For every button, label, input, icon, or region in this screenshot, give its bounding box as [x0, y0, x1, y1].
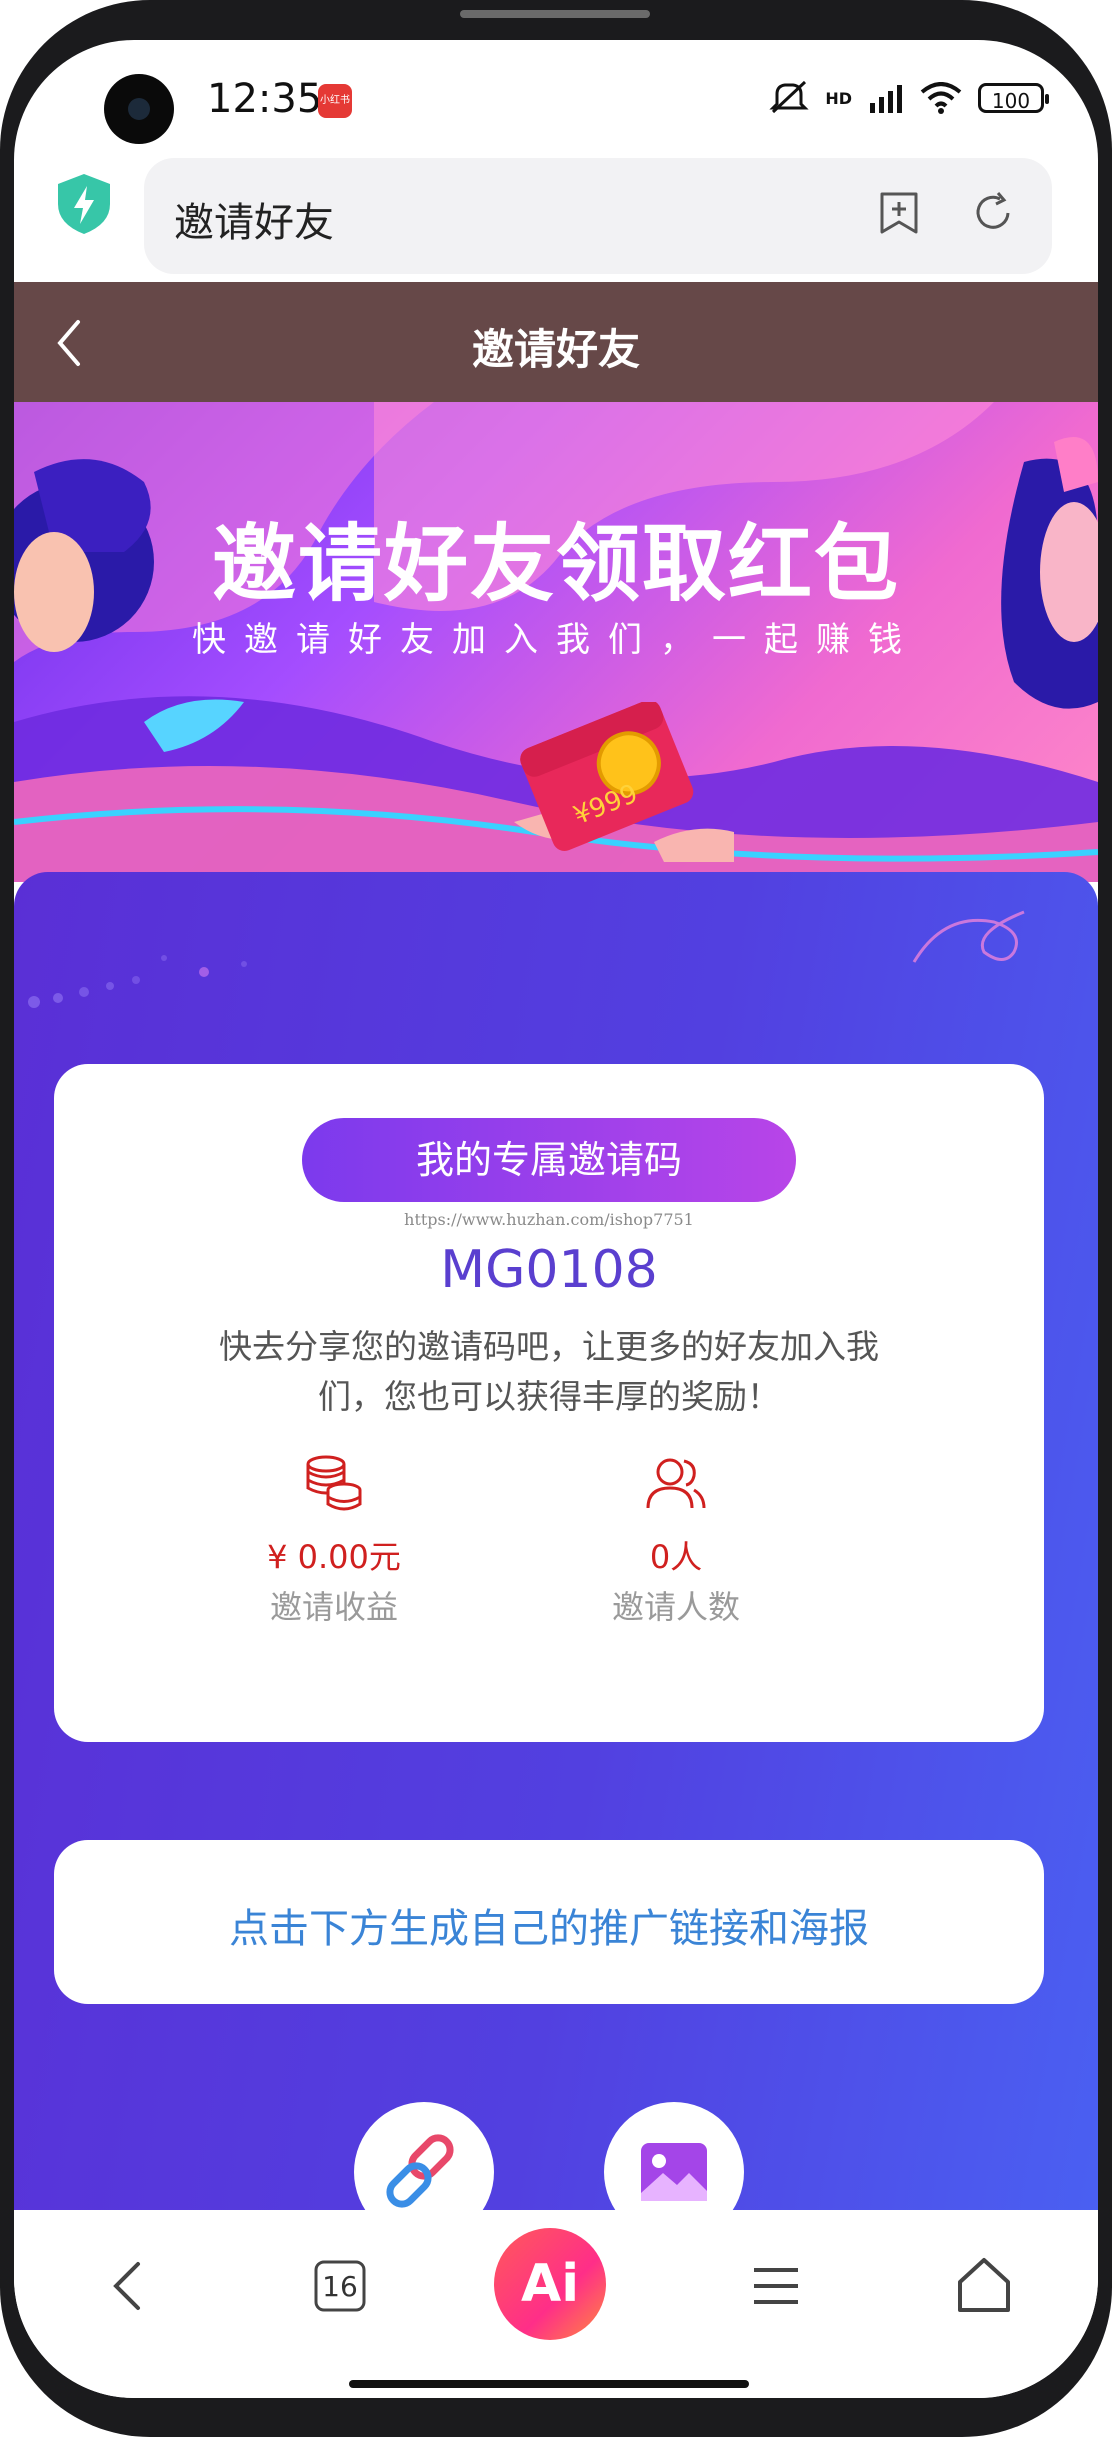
link-chain-icon [386, 2134, 454, 2208]
invitees-value: 0人 [649, 1538, 703, 1576]
menu-icon[interactable] [740, 2250, 812, 2322]
address-bar-text: 邀请好友 [174, 200, 334, 246]
red-envelope-image: ¥999 [514, 702, 734, 862]
status-icons: HD 100 [769, 80, 1049, 116]
shield-icon[interactable] [54, 172, 114, 236]
browser-bottom-nav: 16 Ai [14, 2210, 1098, 2398]
invitees-label: 邀请人数 [611, 1588, 740, 1626]
invite-description: 快去分享您的邀请码吧，让更多的好友加入我们，您也可以获得丰厚的奖励！ [219, 1327, 879, 1416]
promo-banner: 邀请好友领取红包 快邀请好友加入我们，一起赚钱 ¥999 [14, 402, 1098, 882]
image-icon [641, 2143, 707, 2201]
home-icon[interactable] [948, 2250, 1020, 2322]
battery-indicator: 100 [978, 83, 1049, 113]
speaker-grille [460, 10, 650, 18]
nav-back-icon[interactable] [94, 2250, 166, 2322]
status-time: 12:35 [207, 76, 323, 122]
browser-toolbar: 邀请好友 [14, 140, 1098, 280]
phone-screen: 12:35 小红书 HD 100 邀请好友 邀请好友 邀请好友领取红包 快邀请好… [14, 40, 1098, 2398]
invite-code-value[interactable]: MG0108 [54, 1240, 1044, 1300]
invitees-stat: 0人 邀请人数 [566, 1452, 786, 1628]
front-camera [104, 74, 174, 144]
tabs-count: 16 [322, 2270, 358, 2303]
banner-subtitle: 快邀请好友加入我们，一起赚钱 [192, 620, 920, 660]
page-header: 邀请好友 [14, 282, 1098, 402]
address-bar[interactable]: 邀请好友 [144, 158, 1052, 274]
ai-assistant-button[interactable]: Ai [494, 2228, 606, 2340]
banner-title: 邀请好友领取红包 [211, 515, 900, 613]
earnings-label: 邀请收益 [269, 1588, 398, 1626]
decorative-dots [28, 955, 247, 1008]
network-hd-label: HD [825, 88, 852, 108]
tabs-button[interactable]: 16 [304, 2250, 376, 2322]
app-notification-badge: 小红书 [318, 84, 352, 118]
promo-link-card[interactable]: 点击下方生成自己的推广链接和海报 [54, 1840, 1044, 2004]
earnings-value: ¥ 0.00元 [267, 1538, 401, 1576]
users-icon [646, 1458, 706, 1509]
watermark-url: https://www.huzhan.com/ishop7751 [404, 1210, 694, 1229]
home-indicator[interactable] [349, 2380, 749, 2388]
add-bookmark-icon[interactable] [876, 190, 922, 236]
decorative-swirl [912, 910, 1025, 963]
invite-code-title: 我的专属邀请码 [302, 1118, 796, 1202]
earnings-stat: ¥ 0.00元 邀请收益 [224, 1452, 444, 1628]
reload-icon[interactable] [970, 190, 1016, 236]
page-title: 邀请好友 [471, 325, 640, 374]
invite-code-card: 我的专属邀请码 https://www.huzhan.com/ishop7751… [54, 1064, 1044, 1742]
coins-icon [306, 1455, 362, 1511]
phone-frame: 12:35 小红书 HD 100 邀请好友 邀请好友 邀请好友领取红包 快邀请好… [0, 0, 1112, 2437]
wifi-icon [920, 82, 962, 114]
promo-link-text: 点击下方生成自己的推广链接和海报 [229, 1906, 869, 1952]
silent-icon [769, 80, 809, 114]
signal-icon [870, 85, 902, 113]
